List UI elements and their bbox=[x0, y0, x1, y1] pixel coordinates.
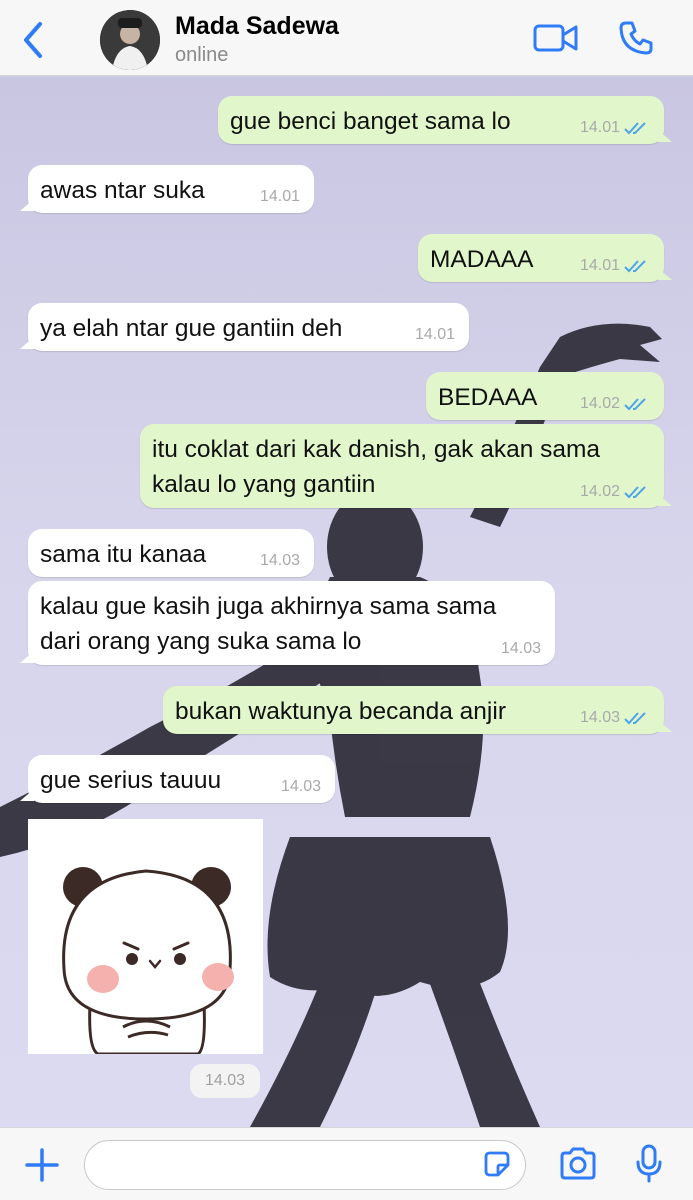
read-ticks-icon bbox=[624, 486, 646, 499]
microphone-icon[interactable] bbox=[634, 1144, 664, 1184]
phone-icon[interactable] bbox=[618, 20, 654, 56]
sticker-time: 14.03 bbox=[190, 1064, 260, 1098]
message-time: 14.01 bbox=[414, 326, 455, 343]
message-text-line-1: kalau gue kasih juga akhirnya sama sama bbox=[40, 593, 497, 620]
message-text-line-2: dari orang yang suka sama lo bbox=[40, 628, 362, 655]
message-time: 14.03 bbox=[500, 640, 541, 657]
message-text: MADAAA bbox=[430, 246, 534, 273]
message-bubble-incoming[interactable]: sama itu kanaa 14.03 bbox=[28, 529, 314, 577]
message-bubble-outgoing[interactable]: bukan waktunya becanda anjir 14.03 bbox=[163, 686, 672, 734]
message-bubble-outgoing[interactable]: MADAAA 14.01 bbox=[418, 234, 672, 282]
sticker-message[interactable] bbox=[28, 819, 263, 1056]
message-bubble-incoming[interactable]: ya elah ntar gue gantiin deh 14.01 bbox=[20, 303, 469, 351]
avatar[interactable] bbox=[100, 10, 160, 70]
read-ticks-icon bbox=[624, 122, 646, 135]
plus-icon[interactable] bbox=[24, 1147, 60, 1183]
camera-icon[interactable] bbox=[558, 1146, 598, 1182]
message-input[interactable] bbox=[84, 1140, 526, 1190]
sticker-icon[interactable] bbox=[482, 1149, 512, 1179]
message-text: gue serius tauuu bbox=[40, 767, 222, 794]
chevron-left-icon[interactable] bbox=[18, 20, 48, 60]
message-bubble-outgoing[interactable]: gue benci banget sama lo 14.01 bbox=[218, 96, 672, 144]
message-text-line-1: itu coklat dari kak danish, gak akan sam… bbox=[152, 436, 601, 463]
video-call-icon[interactable] bbox=[533, 22, 579, 54]
message-bubble-incoming[interactable]: awas ntar suka 14.01 bbox=[20, 165, 314, 213]
message-bubble-incoming[interactable]: gue serius tauuu 14.03 bbox=[20, 755, 335, 803]
message-time: 14.01 bbox=[259, 188, 300, 205]
chat-header: Mada Sadewa online bbox=[0, 0, 693, 76]
message-text-line-2: kalau lo yang gantiin bbox=[152, 471, 376, 498]
message-bubble-incoming[interactable]: kalau gue kasih juga akhirnya sama sama … bbox=[20, 581, 555, 665]
message-text: sama itu kanaa bbox=[40, 541, 207, 568]
message-input-bar bbox=[0, 1127, 693, 1200]
message-time: 14.03 bbox=[579, 709, 620, 726]
message-time: 14.03 bbox=[259, 552, 300, 569]
message-bubble-outgoing[interactable]: itu coklat dari kak danish, gak akan sam… bbox=[140, 424, 672, 508]
message-text: gue benci banget sama lo bbox=[230, 108, 511, 135]
message-text: awas ntar suka bbox=[40, 177, 205, 204]
message-time: 14.02 bbox=[579, 483, 620, 500]
contact-name[interactable]: Mada Sadewa bbox=[175, 12, 339, 41]
message-time: 14.01 bbox=[579, 119, 620, 136]
message-time: 14.01 bbox=[579, 257, 620, 274]
message-text: ya elah ntar gue gantiin deh bbox=[40, 315, 343, 342]
read-ticks-icon bbox=[624, 398, 646, 411]
message-bubble-outgoing[interactable]: BEDAAA 14.02 bbox=[426, 372, 664, 420]
read-ticks-icon bbox=[624, 260, 646, 273]
message-time: 14.02 bbox=[579, 395, 620, 412]
panda-sticker-icon bbox=[62, 867, 234, 1056]
message-text: bukan waktunya becanda anjir bbox=[175, 698, 506, 725]
contact-status: online bbox=[175, 44, 229, 66]
message-time: 14.03 bbox=[280, 778, 321, 795]
message-text: BEDAAA bbox=[438, 384, 538, 411]
read-ticks-icon bbox=[624, 712, 646, 725]
